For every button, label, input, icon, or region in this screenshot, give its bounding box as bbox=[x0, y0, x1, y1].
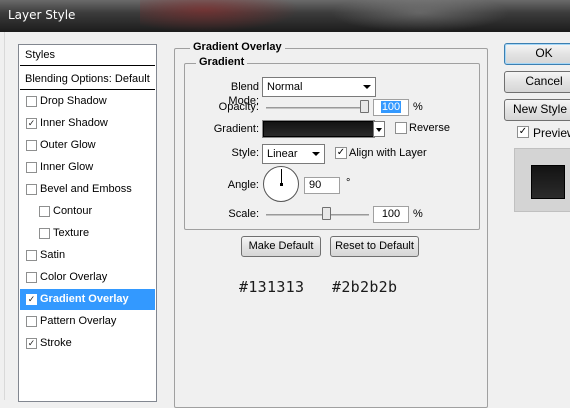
blend-mode-value: Normal bbox=[267, 81, 303, 93]
opacity-slider[interactable] bbox=[266, 107, 369, 109]
preview-swatch bbox=[531, 165, 565, 199]
chevron-down-icon bbox=[312, 152, 320, 156]
scale-slider-handle[interactable] bbox=[322, 207, 332, 220]
gradient-overlay-checkbox[interactable]: ✓ bbox=[26, 294, 37, 305]
gradient-label: Gradient: bbox=[213, 123, 259, 135]
new-style-button[interactable]: New Style bbox=[504, 99, 570, 121]
scale-slider[interactable] bbox=[266, 214, 369, 216]
style-item-stroke[interactable]: ✓ Stroke bbox=[20, 333, 155, 354]
title-bar: Layer Style bbox=[0, 0, 570, 32]
opacity-value: 100 bbox=[380, 101, 402, 113]
style-item-label: Outer Glow bbox=[40, 139, 96, 151]
reset-to-default-button[interactable]: Reset to Default bbox=[330, 236, 419, 257]
gradient-start-color-label: #131313 bbox=[239, 278, 305, 296]
style-item-inner-shadow[interactable]: ✓ Inner Shadow bbox=[20, 113, 155, 134]
style-label: Style: bbox=[231, 147, 259, 159]
style-item-label: Inner Shadow bbox=[40, 117, 108, 129]
angle-dial[interactable] bbox=[263, 166, 299, 202]
window-title: Layer Style bbox=[8, 8, 76, 22]
outer-glow-checkbox[interactable] bbox=[26, 140, 37, 151]
chevron-down-icon bbox=[363, 85, 371, 89]
style-item-label: Texture bbox=[53, 227, 90, 239]
title-bar-background-blur bbox=[330, 0, 510, 32]
reverse-checkbox[interactable] bbox=[395, 122, 407, 134]
ok-button[interactable]: OK bbox=[504, 43, 570, 65]
style-item-label: Color Overlay bbox=[40, 271, 108, 283]
style-item-drop-shadow[interactable]: Drop Shadow bbox=[20, 91, 155, 112]
style-item-inner-glow[interactable]: Inner Glow bbox=[20, 157, 155, 178]
style-item-label: Stroke bbox=[40, 337, 72, 349]
styles-header-label: Styles bbox=[25, 49, 55, 61]
style-item-texture[interactable]: Texture bbox=[20, 223, 155, 244]
style-item-outer-glow[interactable]: Outer Glow bbox=[20, 135, 155, 156]
angle-unit: ° bbox=[346, 177, 351, 189]
color-overlay-checkbox[interactable] bbox=[26, 272, 37, 283]
gradient-group-title: Gradient bbox=[196, 56, 248, 68]
styles-list: Styles Blending Options: Default Drop Sh… bbox=[18, 44, 157, 402]
angle-label: Angle: bbox=[227, 179, 259, 191]
style-item-label: Gradient Overlay bbox=[40, 293, 129, 305]
style-item-bevel-emboss[interactable]: Bevel and Emboss bbox=[20, 179, 155, 200]
cancel-button[interactable]: Cancel bbox=[504, 71, 570, 93]
styles-header[interactable]: Styles bbox=[20, 45, 155, 66]
inner-shadow-checkbox[interactable]: ✓ bbox=[26, 118, 37, 129]
opacity-unit: % bbox=[413, 101, 423, 113]
style-item-label: Drop Shadow bbox=[40, 95, 107, 107]
pattern-overlay-checkbox[interactable] bbox=[26, 316, 37, 327]
style-item-contour[interactable]: Contour bbox=[20, 201, 155, 222]
align-with-layer-label: Align with Layer bbox=[349, 147, 427, 159]
style-item-label: Inner Glow bbox=[40, 161, 94, 173]
inner-glow-checkbox[interactable] bbox=[26, 162, 37, 173]
style-item-label: Bevel and Emboss bbox=[40, 183, 132, 195]
opacity-label: Opacity: bbox=[218, 101, 259, 113]
style-item-label: Contour bbox=[53, 205, 93, 217]
contour-checkbox[interactable] bbox=[39, 206, 50, 217]
preview-checkbox[interactable]: ✓ bbox=[517, 126, 529, 138]
angle-center bbox=[280, 183, 283, 186]
style-item-pattern-overlay[interactable]: Pattern Overlay bbox=[20, 311, 155, 332]
style-select[interactable]: Linear bbox=[262, 144, 325, 164]
gradient-end-color-label: #2b2b2b bbox=[332, 278, 398, 296]
gradient-dropdown[interactable] bbox=[373, 121, 385, 137]
scale-label: Scale: bbox=[228, 208, 259, 220]
opacity-input[interactable]: 100 bbox=[373, 99, 409, 116]
opacity-slider-handle[interactable] bbox=[360, 100, 369, 113]
texture-checkbox[interactable] bbox=[39, 228, 50, 239]
style-item-satin[interactable]: Satin bbox=[20, 245, 155, 266]
satin-checkbox[interactable] bbox=[26, 250, 37, 261]
make-default-button[interactable]: Make Default bbox=[241, 236, 321, 257]
style-item-gradient-overlay[interactable]: ✓ Gradient Overlay bbox=[20, 289, 155, 310]
bevel-emboss-checkbox[interactable] bbox=[26, 184, 37, 195]
style-item-label: Pattern Overlay bbox=[40, 315, 117, 327]
style-value: Linear bbox=[267, 148, 298, 160]
blending-options-label: Blending Options: Default bbox=[25, 73, 150, 85]
reverse-label: Reverse bbox=[409, 122, 450, 134]
chevron-down-icon bbox=[376, 128, 382, 132]
preview-label: Preview bbox=[533, 126, 570, 140]
scale-unit: % bbox=[413, 208, 423, 220]
blending-options-item[interactable]: Blending Options: Default bbox=[20, 69, 155, 90]
title-bar-background-blur bbox=[140, 0, 300, 32]
angle-input[interactable]: 90 bbox=[304, 177, 340, 194]
style-item-color-overlay[interactable]: Color Overlay bbox=[20, 267, 155, 288]
style-item-label: Satin bbox=[40, 249, 66, 261]
scale-input[interactable]: 100 bbox=[373, 206, 409, 223]
stroke-checkbox[interactable]: ✓ bbox=[26, 338, 37, 349]
align-with-layer-checkbox[interactable]: ✓ bbox=[335, 147, 347, 159]
gradient-picker[interactable] bbox=[262, 120, 375, 138]
drop-shadow-checkbox[interactable] bbox=[26, 96, 37, 107]
gradient-overlay-title: Gradient Overlay bbox=[190, 41, 285, 53]
style-preview bbox=[514, 148, 570, 212]
blend-mode-select[interactable]: Normal bbox=[262, 77, 376, 97]
